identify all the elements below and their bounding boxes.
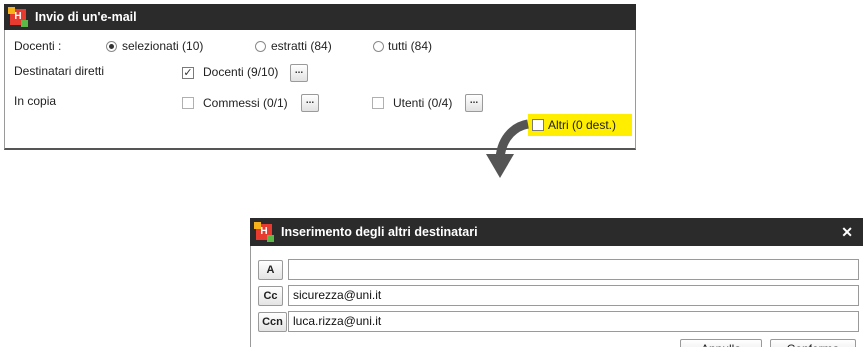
- altri-destinatari-titlebar: H Inserimento degli altri destinatari ✕: [250, 218, 863, 246]
- a-field[interactable]: [288, 259, 859, 280]
- ccn-field-button[interactable]: Ccn: [258, 312, 287, 332]
- radio-tutti[interactable]: [373, 41, 384, 52]
- email-dialog-title: Invio di un'e-mail: [35, 10, 137, 24]
- conferma-button[interactable]: Conferma: [770, 339, 856, 347]
- altri-destinatari-title: Inserimento degli altri destinatari: [281, 225, 478, 239]
- utenti-checkbox[interactable]: [372, 97, 384, 109]
- ccn-field[interactable]: luca.rizza@uni.it: [288, 311, 859, 332]
- a-field-button[interactable]: A: [258, 260, 283, 280]
- docenti-checkbox[interactable]: ✓: [182, 67, 194, 79]
- altri-checkbox-label[interactable]: Altri (0 dest.): [548, 118, 616, 132]
- cc-field[interactable]: sicurezza@uni.it: [288, 285, 859, 306]
- commessi-checkbox[interactable]: [182, 97, 194, 109]
- destinatari-diretti-label: Destinatari diretti: [14, 64, 105, 78]
- radio-tutti-label[interactable]: tutti (84): [388, 39, 432, 53]
- docenti-checkbox-label[interactable]: Docenti (9/10): [203, 65, 278, 79]
- utenti-checkbox-label[interactable]: Utenti (0/4): [393, 96, 452, 110]
- radio-estratti-label[interactable]: estratti (84): [271, 39, 332, 53]
- altri-destinatari-dialog: H Inserimento degli altri destinatari ✕ …: [250, 218, 863, 347]
- radio-estratti[interactable]: [255, 41, 266, 52]
- cc-field-button[interactable]: Cc: [258, 286, 283, 306]
- curved-arrow-icon: [486, 119, 530, 178]
- email-dialog-titlebar: H Invio di un'e-mail: [4, 4, 636, 30]
- in-copia-label: In copia: [14, 94, 57, 108]
- commessi-more-button[interactable]: ...: [301, 94, 319, 112]
- docenti-more-button[interactable]: ...: [290, 64, 308, 82]
- radio-selezionati-label[interactable]: selezionati (10): [122, 39, 203, 53]
- close-icon[interactable]: ✕: [841, 224, 853, 241]
- altri-destinatari-body: A Cc sicurezza@uni.it Ccn luca.rizza@uni…: [250, 246, 863, 347]
- app-logo-icon: H: [254, 222, 274, 242]
- app-logo-icon: H: [8, 7, 28, 27]
- annulla-button[interactable]: Annulla: [680, 339, 762, 347]
- docenti-label: Docenti :: [14, 39, 62, 53]
- utenti-more-button[interactable]: ...: [465, 94, 483, 112]
- radio-selezionati[interactable]: [106, 41, 117, 52]
- commessi-checkbox-label[interactable]: Commessi (0/1): [203, 96, 288, 110]
